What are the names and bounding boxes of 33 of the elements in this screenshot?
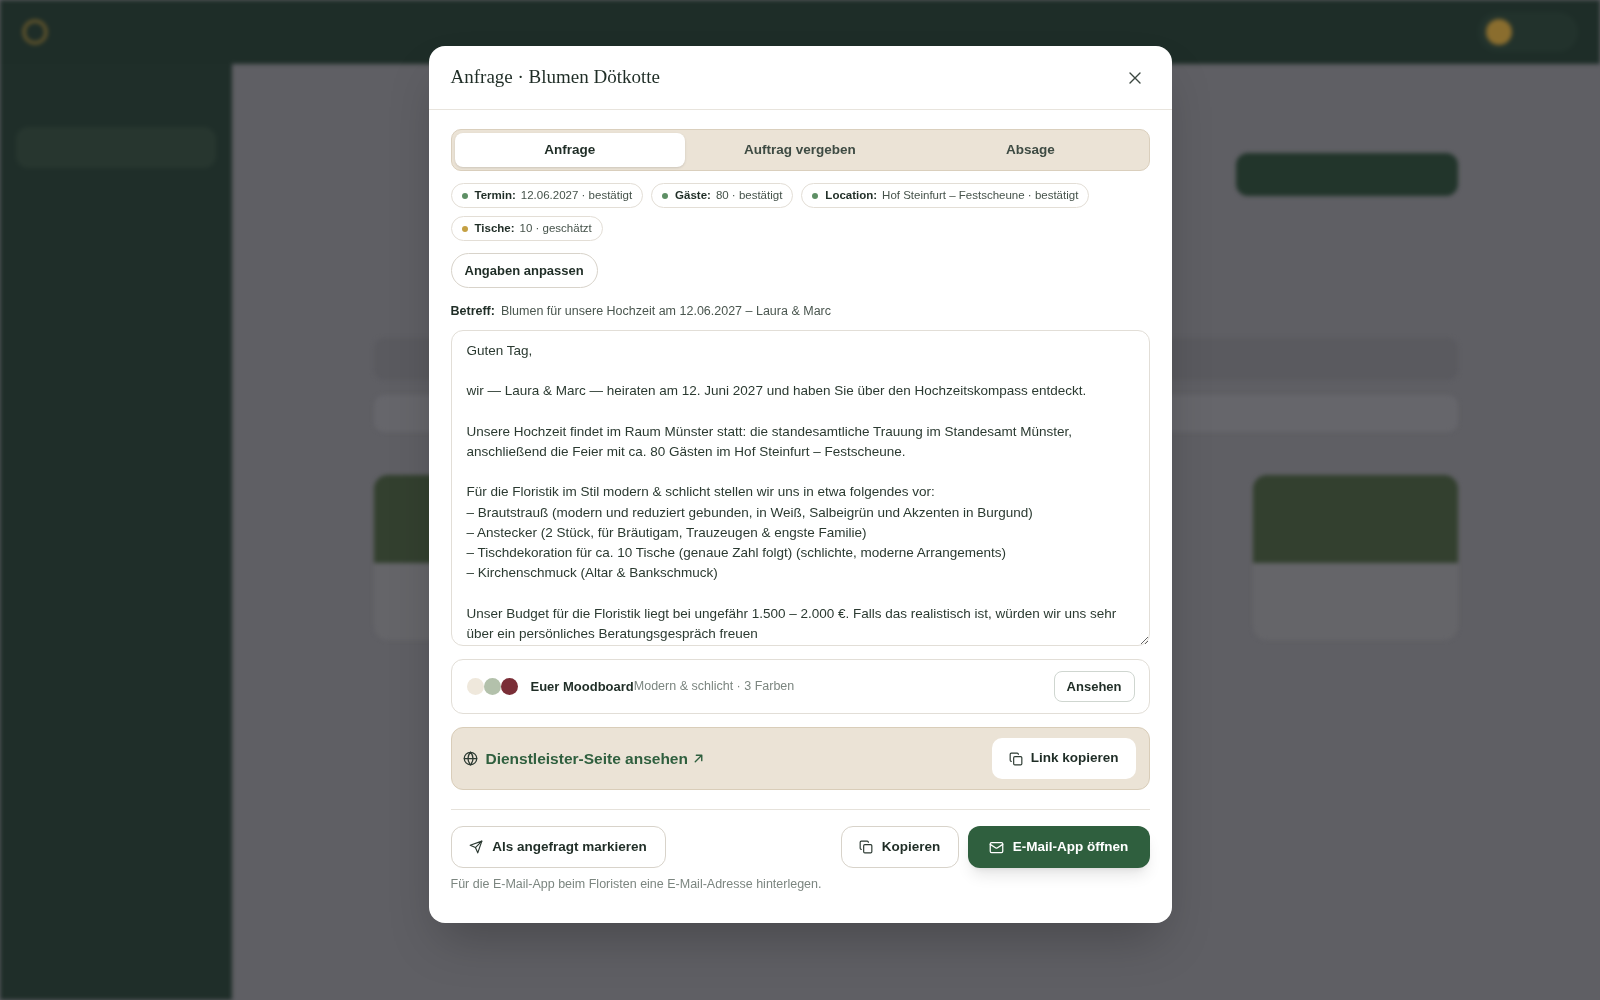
view-moodboard-button[interactable]: Ansehen bbox=[1053, 671, 1135, 702]
tab[interactable]: Absage bbox=[915, 133, 1146, 167]
mark-requested-button[interactable]: Als angefragt markieren bbox=[450, 826, 666, 868]
edit-details-button[interactable]: Angaben anpassen bbox=[450, 253, 598, 288]
fact-value: 10 · geschätzt bbox=[519, 220, 592, 236]
message-field[interactable]: Guten Tag, wir — Laura & Marc — heiraten am 12. Juni 2027 und haben Sie über den Hochzeitskompass entdeckt. Unsere Hochzeit findet im Raum Münster statt: die standesamtliche Trauung im Standesamt Münster, anschließend die Feier mit ca. 80 Gästen im Hof Steinfurt – Festscheune. Für die Floristik im Stil modern & schlicht stellen wir uns in etwa folgendes vor: – Brautstrauß (modern und reduziert gebunden, in Weiß, Salbeigrün und Akzenten in Burgund) – Anstecker (2 Stück, für Bräutigam, Trauzeugen & engste Familie) – Tischdekoration für ca. 10 Tische (genaue Zahl folgt) (schlichte, moderne Arrangements) – Kirchenschmuck (Altar & Bankschmuck) Unser Budget für die Floristik liegt bei ungefähr 1.500 – 2.000 €. Falls das realistisch ist, würden wir uns sehr über ein persönliches Beratungsgespräch freuen bbox=[450, 330, 1150, 646]
fact-value: Hof Steinfurt – Festscheune · bestätigt bbox=[882, 187, 1079, 203]
paper-plane-icon bbox=[469, 840, 484, 854]
dialog-title: Anfrage · Blumen Dötkotte bbox=[450, 65, 660, 90]
avatar-icon bbox=[1486, 19, 1512, 45]
copy-icon bbox=[858, 840, 873, 854]
moodboard-summary: Modern & schlicht · 3 Farben bbox=[633, 678, 795, 696]
globe-icon bbox=[462, 751, 478, 766]
fact-label: Gäste: bbox=[675, 187, 711, 203]
subject-text: Blumen für unsere Hochzeit am 12.06.2027 – Laura & Marc bbox=[500, 302, 831, 320]
close-icon bbox=[1128, 71, 1141, 84]
moodboard-title: Euer Moodboard bbox=[530, 677, 634, 696]
fact-label: Location: bbox=[825, 187, 878, 203]
subject-label: Betreff: bbox=[450, 302, 495, 320]
fact-value: 12.06.2027 · bestätigt bbox=[520, 187, 633, 203]
envelope-icon bbox=[988, 839, 1004, 855]
vendor-page-link[interactable]: Dienstleister-Seite ansehen bbox=[462, 746, 705, 771]
tab[interactable]: Anfrage bbox=[454, 133, 685, 167]
copy-link-button[interactable]: Link kopieren bbox=[991, 738, 1136, 779]
fact-label: Tische: bbox=[474, 220, 515, 236]
open-email-button[interactable]: E-Mail-App öffnen bbox=[967, 826, 1150, 868]
copy-button[interactable]: Kopieren bbox=[840, 826, 959, 868]
fact-label: Termin: bbox=[474, 187, 516, 203]
tab[interactable]: Auftrag vergeben bbox=[684, 133, 916, 167]
hint-text: Für die E-Mail-App beim Floristen eine E-Mail-Adresse hinterlegen. bbox=[450, 876, 823, 893]
copy-icon bbox=[1008, 751, 1023, 766]
fact-value: 80 · bestätigt bbox=[715, 187, 783, 203]
logo-icon bbox=[22, 19, 48, 45]
